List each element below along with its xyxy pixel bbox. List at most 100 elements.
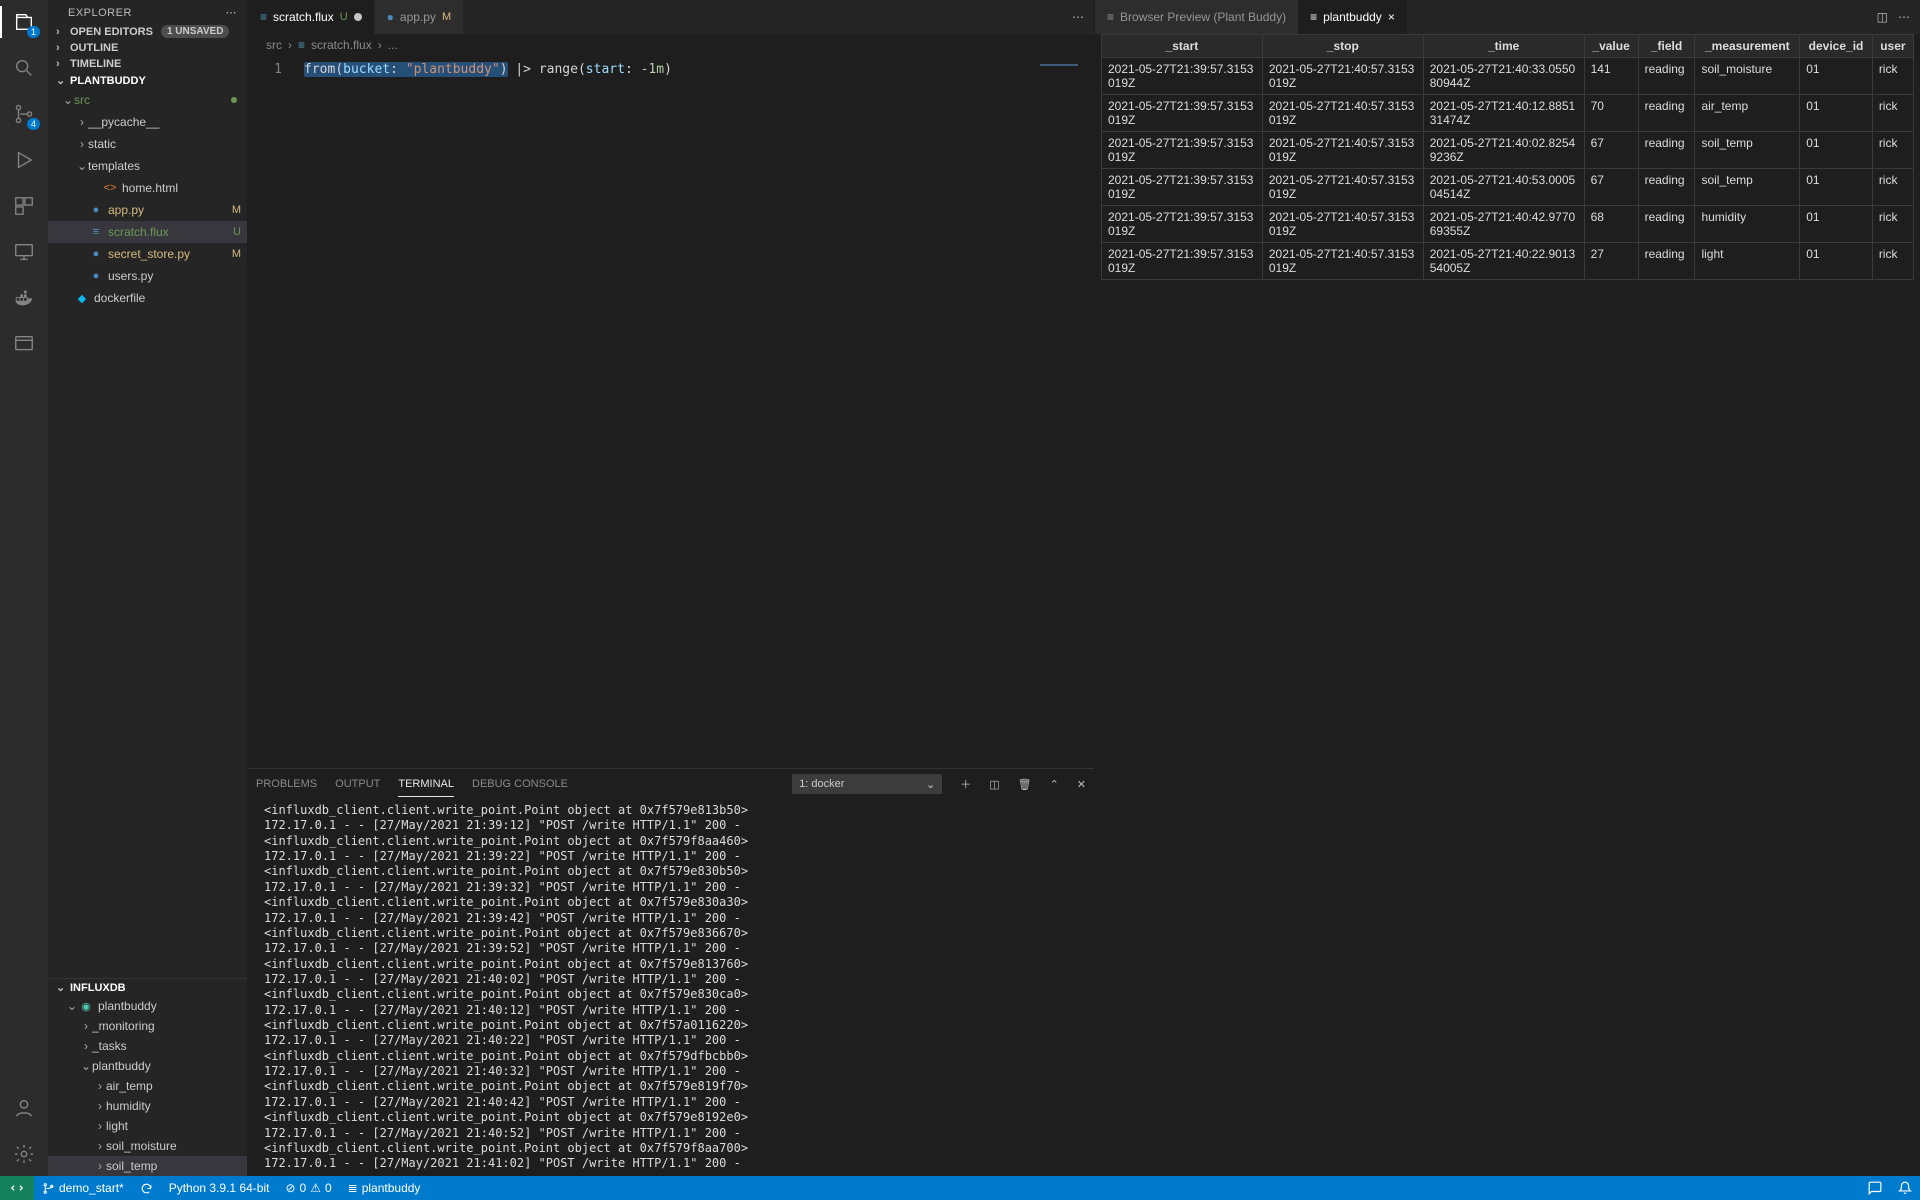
close-icon[interactable]: × — [1388, 10, 1395, 24]
editor-group-right: ≡ Browser Preview (Plant Buddy) ≡ plantb… — [1095, 0, 1920, 1176]
unsaved-dot-icon — [354, 13, 362, 21]
influx-field[interactable]: ›light — [48, 1116, 247, 1136]
source-control-icon[interactable]: 4 — [10, 100, 38, 128]
influx-field[interactable]: ›humidity — [48, 1096, 247, 1116]
bottom-panel: PROBLEMS OUTPUT TERMINAL DEBUG CONSOLE 1… — [248, 768, 1094, 1176]
table-row[interactable]: 2021-05-27T21:39:57.3153019Z2021-05-27T2… — [1102, 132, 1914, 169]
terminal-selector[interactable]: 1: docker⌄ — [792, 774, 942, 794]
file-scratch-flux[interactable]: ≡ scratch.flux U — [48, 221, 247, 243]
table-cell: 68 — [1584, 206, 1638, 243]
file-tree: ⌄src ›__pycache__ ›static ⌄templates <> … — [48, 89, 247, 978]
docker-icon[interactable] — [10, 284, 38, 312]
database-icon: ◉ — [78, 998, 94, 1014]
influx-field[interactable]: ›soil_moisture — [48, 1136, 247, 1156]
terminal-split-icon[interactable]: ◫ — [989, 778, 999, 791]
influx-item[interactable]: ›_monitoring — [48, 1016, 247, 1036]
search-icon[interactable] — [10, 54, 38, 82]
panel-tab-problems[interactable]: PROBLEMS — [256, 772, 317, 796]
panel-tab-output[interactable]: OUTPUT — [335, 772, 380, 796]
influx-field[interactable]: ›air_temp — [48, 1076, 247, 1096]
file-app-py[interactable]: ● app.py M — [48, 199, 247, 221]
folder-static[interactable]: ›static — [48, 133, 247, 155]
influx-item[interactable]: ⌄plantbuddy — [48, 1056, 247, 1076]
section-influxdb[interactable]: ⌄INFLUXDB — [48, 979, 247, 996]
extensions-icon[interactable] — [10, 192, 38, 220]
table-cell: 01 — [1800, 206, 1873, 243]
table-cell: 2021-05-27T21:40:12.885131474Z — [1423, 95, 1584, 132]
table-cell: reading — [1638, 206, 1695, 243]
list-icon: ≡ — [1107, 10, 1114, 24]
table-cell: reading — [1638, 58, 1695, 95]
influx-item[interactable]: ›_tasks — [48, 1036, 247, 1056]
terminal-kill-icon[interactable]: 🗑 — [1018, 778, 1032, 791]
status-notifications-icon[interactable] — [1890, 1181, 1920, 1195]
error-icon: ⊘ — [285, 1181, 295, 1195]
table-cell: 01 — [1800, 132, 1873, 169]
section-outline[interactable]: ›OUTLINE — [48, 40, 247, 56]
explorer-icon[interactable]: 1 — [10, 8, 38, 36]
section-open-editors[interactable]: › OPEN EDITORS 1 UNSAVED — [48, 23, 247, 40]
database-icon: ≣ — [348, 1181, 358, 1195]
minimap[interactable] — [1034, 56, 1094, 768]
status-bucket[interactable]: ≣ plantbuddy — [340, 1181, 429, 1195]
table-cell: 2021-05-27T21:39:57.3153019Z — [1102, 95, 1263, 132]
tab-plantbuddy-result[interactable]: ≡ plantbuddy × — [1298, 0, 1407, 34]
table-row[interactable]: 2021-05-27T21:39:57.3153019Z2021-05-27T2… — [1102, 206, 1914, 243]
influx-field[interactable]: ›soil_temp — [48, 1156, 247, 1176]
file-secret-store[interactable]: ● secret_store.py M — [48, 243, 247, 265]
table-header: _stop — [1262, 35, 1423, 58]
table-cell: 27 — [1584, 243, 1638, 280]
explorer-title: EXPLORER — [68, 7, 132, 19]
panel-tab-terminal[interactable]: TERMINAL — [398, 772, 454, 797]
settings-gear-icon[interactable] — [10, 1140, 38, 1168]
split-editor-icon[interactable]: ◫ — [1877, 10, 1888, 24]
folder-templates[interactable]: ⌄templates — [48, 155, 247, 177]
remote-explorer-icon[interactable] — [10, 238, 38, 266]
status-problems[interactable]: ⊘0 ⚠0 — [277, 1181, 339, 1195]
explorer-more-icon[interactable]: ⋯ — [226, 6, 238, 19]
tab-scratch-flux[interactable]: ≡ scratch.flux U — [248, 0, 375, 34]
table-cell: rick — [1872, 206, 1913, 243]
status-branch[interactable]: demo_start* — [34, 1181, 132, 1195]
table-cell: reading — [1638, 243, 1695, 280]
panel-close-icon[interactable]: ✕ — [1077, 778, 1086, 791]
status-python[interactable]: Python 3.9.1 64-bit — [161, 1181, 278, 1195]
tab-app-py[interactable]: ● app.py M — [375, 0, 464, 34]
influx-bucket[interactable]: ⌄◉ plantbuddy — [48, 996, 247, 1016]
editor-tabs: ≡ scratch.flux U ● app.py M ⋯ — [248, 0, 1094, 34]
table-row[interactable]: 2021-05-27T21:39:57.3153019Z2021-05-27T2… — [1102, 243, 1914, 280]
table-cell: 141 — [1584, 58, 1638, 95]
terminal-output[interactable]: <influxdb_client.client.write_point.Poin… — [248, 799, 1094, 1176]
table-row[interactable]: 2021-05-27T21:39:57.3153019Z2021-05-27T2… — [1102, 169, 1914, 206]
table-cell: 01 — [1800, 243, 1873, 280]
chevron-down-icon: ⌄ — [926, 778, 935, 791]
status-feedback-icon[interactable] — [1860, 1181, 1890, 1195]
folder-src[interactable]: ⌄src — [48, 89, 247, 111]
folder-pycache[interactable]: ›__pycache__ — [48, 111, 247, 133]
accounts-icon[interactable] — [10, 1094, 38, 1122]
code-editor[interactable]: 1 from(bucket: "plantbuddy") |> range(st… — [248, 56, 1094, 768]
table-cell: rick — [1872, 95, 1913, 132]
breadcrumb[interactable]: src › ≡ scratch.flux › ... — [248, 34, 1094, 56]
tab-browser-preview[interactable]: ≡ Browser Preview (Plant Buddy) — [1095, 0, 1298, 34]
table-row[interactable]: 2021-05-27T21:39:57.3153019Z2021-05-27T2… — [1102, 58, 1914, 95]
run-debug-icon[interactable] — [10, 146, 38, 174]
remote-indicator-icon[interactable] — [0, 1176, 34, 1200]
table-header: _value — [1584, 35, 1638, 58]
editor-more-icon[interactable]: ⋯ — [1898, 10, 1910, 24]
browser-preview-icon[interactable] — [10, 330, 38, 358]
table-cell: 2021-05-27T21:40:42.977069355Z — [1423, 206, 1584, 243]
editor-more-icon[interactable]: ⋯ — [1072, 10, 1084, 24]
table-row[interactable]: 2021-05-27T21:39:57.3153019Z 2021-05-27T2… — [1102, 95, 1914, 132]
panel-maximize-icon[interactable]: ⌃ — [1050, 778, 1059, 791]
file-dockerfile[interactable]: ◆ dockerfile — [48, 287, 247, 309]
results-table: _start_stop_time_value_field_measurement… — [1101, 34, 1914, 280]
terminal-new-icon[interactable]: ＋ — [960, 776, 971, 792]
file-users-py[interactable]: ● users.py — [48, 265, 247, 287]
table-header: user — [1872, 35, 1913, 58]
panel-tab-debug[interactable]: DEBUG CONSOLE — [472, 772, 568, 796]
file-home-html[interactable]: <> home.html — [48, 177, 247, 199]
section-timeline[interactable]: ›TIMELINE — [48, 56, 247, 72]
status-sync-icon[interactable] — [132, 1182, 161, 1195]
section-project[interactable]: ⌄PLANTBUDDY — [48, 72, 247, 89]
